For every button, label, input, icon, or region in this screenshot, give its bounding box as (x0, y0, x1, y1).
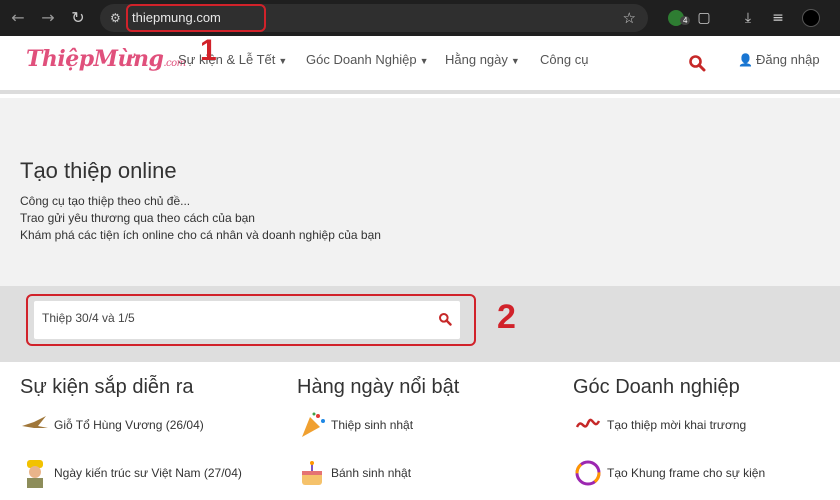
ring-frame-icon (573, 458, 603, 488)
content-sections: Sự kiện sắp diễn ra Giỗ Tổ Hùng Vương (2… (0, 362, 840, 500)
list-item-label: Tạo Khung frame cho sự kiện (607, 466, 766, 480)
hero-title: Tạo thiệp online (20, 158, 177, 183)
section-events: Sự kiện sắp diễn ra (20, 376, 194, 399)
login-label: Đăng nhập (755, 52, 820, 67)
list-item[interactable]: Thiệp sinh nhật (297, 410, 413, 440)
list-item-label: Ngày kiến trúc sư Việt Nam (27/04) (54, 466, 242, 480)
section-title: Hàng ngày nổi bật (297, 376, 460, 398)
list-item-label: Giỗ Tổ Hùng Vương (26/04) (54, 418, 204, 432)
media-control-icon[interactable]: ≡ (768, 8, 788, 28)
caret-down-icon: ▼ (278, 56, 288, 66)
architect-icon (20, 458, 50, 488)
back-icon[interactable]: ← (8, 8, 28, 28)
annotation-box-url (126, 4, 266, 32)
ribbon-icon (573, 410, 603, 440)
extensions-puzzle-icon[interactable]: ▢ (694, 8, 714, 28)
site-header: ThiệpMừng.com Sự kiện & Lễ Tết ▼ Góc Doan… (0, 36, 840, 94)
menu-daily-label: Hằng ngày (445, 52, 508, 67)
menu-business-label: Góc Doanh Nghiệp (306, 52, 417, 67)
bird-icon (20, 410, 50, 440)
download-icon[interactable]: ⤓ (738, 8, 758, 28)
list-item[interactable]: Ngày kiến trúc sư Việt Nam (27/04) (20, 458, 242, 488)
section-title: Góc Doanh nghiệp (573, 376, 740, 398)
list-item-label: Bánh sinh nhật (331, 466, 412, 480)
menu-events[interactable]: Sự kiện & Lễ Tết ▼ (178, 52, 287, 67)
section-title: Sự kiện sắp diễn ra (20, 376, 194, 398)
cake-icon (297, 458, 327, 488)
menu-tools-label: Công cụ (540, 52, 589, 67)
list-item-label: Tạo thiệp mời khai trương (607, 418, 747, 432)
hero-line: Khám phá các tiện ích online cho cá nhân… (20, 228, 381, 242)
menu-events-label: Sự kiện & Lễ Tết (178, 52, 276, 67)
menu-daily[interactable]: Hằng ngày ▼ (445, 52, 520, 67)
annotation-box-search (26, 294, 476, 346)
logo-text: ThiệpMừng (26, 46, 164, 72)
extension-badge: 4 (680, 16, 691, 25)
user-icon: 👤 (738, 53, 753, 67)
search-icon[interactable] (688, 54, 706, 72)
list-item-label: Thiệp sinh nhật (331, 418, 414, 432)
list-item[interactable]: Bánh sinh nhật (297, 458, 411, 488)
menu-tools[interactable]: Công cụ (540, 52, 588, 67)
login-link[interactable]: 👤 Đăng nhập (738, 52, 820, 67)
list-item[interactable]: Giỗ Tổ Hùng Vương (26/04) (20, 410, 204, 440)
menu-business[interactable]: Góc Doanh Nghiệp ▼ (306, 52, 429, 67)
profile-avatar[interactable] (802, 9, 820, 27)
hero-section: Tạo thiệp online Công cụ tạo thiệp theo … (0, 98, 840, 286)
annotation-number-1: 1 (200, 34, 217, 67)
section-business: Góc Doanh nghiệp (573, 376, 740, 399)
caret-down-icon: ▼ (510, 56, 520, 66)
section-daily: Hàng ngày nổi bật (297, 376, 459, 399)
annotation-number-2: 2 (497, 298, 516, 336)
forward-icon[interactable]: → (38, 8, 58, 28)
caret-down-icon: ▼ (419, 56, 429, 66)
site-settings-icon[interactable]: ⚙ (110, 10, 126, 26)
hero-line: Trao gửi yêu thương qua theo cách của bạ… (20, 211, 255, 225)
bookmark-star-icon[interactable]: ☆ (623, 9, 636, 27)
list-item[interactable]: Tạo Khung frame cho sự kiện (573, 458, 765, 488)
site-logo[interactable]: ThiệpMừng.com (26, 46, 186, 72)
party-popper-icon (297, 410, 327, 440)
list-item[interactable]: Tạo thiệp mời khai trương (573, 410, 746, 440)
hero-line: Công cụ tạo thiệp theo chủ đề... (20, 194, 191, 208)
reload-icon[interactable]: ↻ (68, 8, 88, 28)
